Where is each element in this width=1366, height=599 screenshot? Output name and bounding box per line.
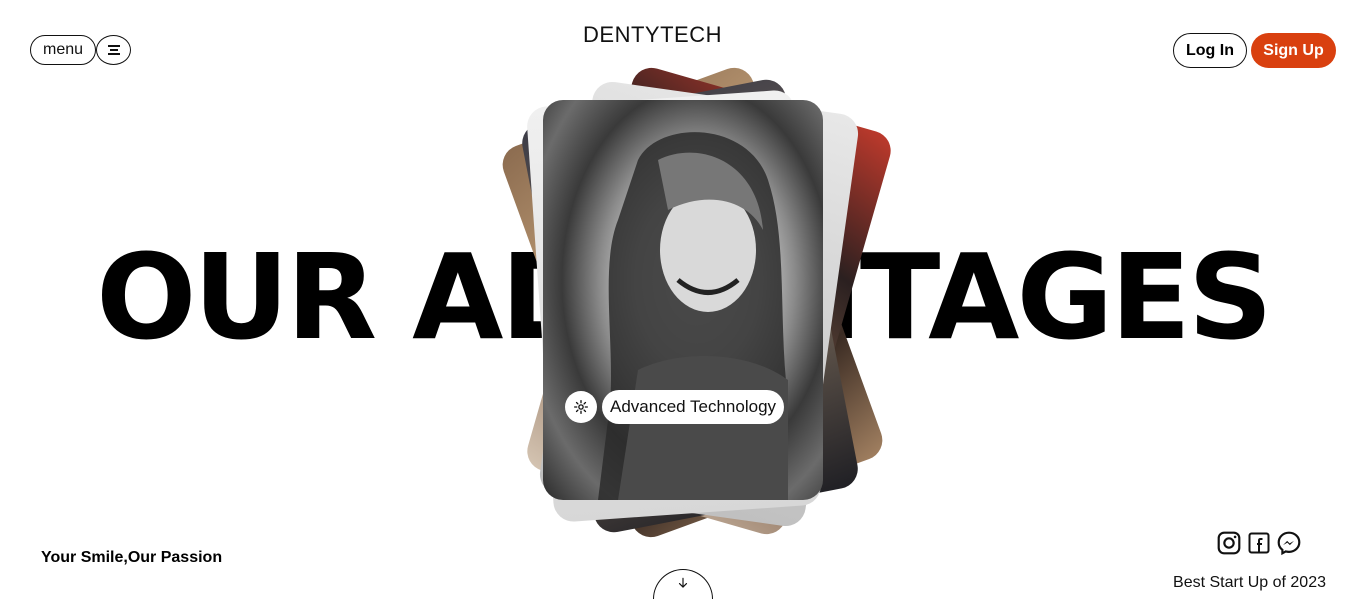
- gear-icon: [574, 400, 588, 414]
- facebook-icon: [1248, 532, 1270, 554]
- auth-buttons: Log In Sign Up: [1173, 33, 1336, 68]
- brand-logo[interactable]: DENTYTECH: [0, 22, 1305, 48]
- gear-badge: [565, 391, 597, 423]
- signup-button[interactable]: Sign Up: [1251, 33, 1336, 68]
- arrow-down-icon: [678, 577, 688, 588]
- hero-headline: OUR ADVANTAGES: [96, 228, 1273, 366]
- card-tag: Advanced Technology: [565, 390, 785, 424]
- facebook-link[interactable]: [1246, 530, 1272, 556]
- instagram-icon: [1217, 531, 1241, 555]
- login-button[interactable]: Log In: [1173, 33, 1247, 68]
- card-tag-label: Advanced Technology: [602, 390, 785, 424]
- scroll-down-button[interactable]: [653, 569, 713, 599]
- messenger-link[interactable]: [1276, 530, 1302, 556]
- messenger-icon: [1277, 531, 1301, 556]
- social-links: [1216, 530, 1302, 556]
- instagram-link[interactable]: [1216, 530, 1242, 556]
- award-text: Best Start Up of 2023: [1173, 574, 1326, 591]
- tagline: Your Smile,Our Passion: [41, 549, 223, 566]
